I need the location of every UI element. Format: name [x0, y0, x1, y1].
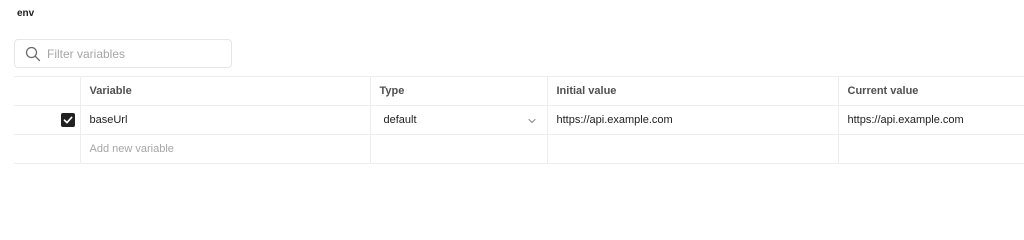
add-row-checkbox-cell [14, 134, 81, 164]
type-value: default [383, 114, 417, 126]
row-checkbox-cell [14, 105, 81, 135]
current-value-cell[interactable]: https://api.example.com [837, 105, 1024, 135]
add-variable-row: Add new variable [14, 134, 1024, 164]
add-row-type-cell[interactable] [369, 134, 548, 164]
checkmark-icon [63, 116, 72, 124]
header-variable: Variable [79, 76, 371, 106]
filter-variables-box[interactable] [14, 39, 232, 68]
search-icon [25, 46, 41, 62]
variable-name-cell[interactable]: baseUrl [79, 105, 371, 135]
filter-variables-input[interactable] [47, 46, 227, 61]
add-new-variable-input[interactable]: Add new variable [79, 134, 371, 164]
add-row-initial-value-cell[interactable] [546, 134, 839, 164]
enabled-checkbox[interactable] [60, 113, 75, 127]
environment-title: env [17, 8, 35, 19]
table-row: baseUrl default https://api.example.com … [14, 105, 1024, 135]
add-row-current-value-cell[interactable] [837, 134, 1024, 164]
chevron-down-icon [527, 116, 537, 126]
header-checkbox-column [14, 76, 81, 106]
table-header-row: Variable Type Initial value Current valu… [14, 76, 1024, 106]
type-select[interactable]: default [369, 105, 548, 135]
header-current-value: Current value [837, 76, 1024, 106]
initial-value-cell[interactable]: https://api.example.com [546, 105, 839, 135]
variables-table: Variable Type Initial value Current valu… [14, 76, 1024, 164]
header-initial-value: Initial value [546, 76, 839, 106]
header-type: Type [369, 76, 548, 106]
